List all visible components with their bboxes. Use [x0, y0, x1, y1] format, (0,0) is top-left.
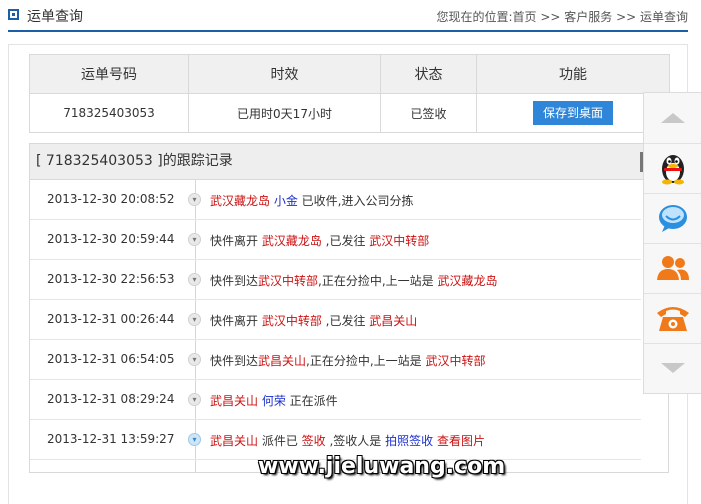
summary-header-row: 运单号码 时效 状态 功能 [29, 54, 670, 94]
waybill-summary-table: 运单号码 时效 状态 功能 718325403053 已用时0天17小时 已签收… [29, 54, 670, 133]
record-time: 2013-12-30 20:59:44 [47, 232, 175, 246]
arrow-up-icon [660, 113, 685, 123]
scroll-up-button[interactable] [644, 93, 701, 144]
title-square-icon [8, 9, 19, 20]
record-text: ,已发往 [321, 314, 370, 328]
tracking-title: [ 718325403053 ]的跟踪记录 [36, 153, 233, 169]
record-time: 2013-12-31 08:29:24 [47, 392, 175, 406]
save-to-desktop-button[interactable]: 保存到桌面 [532, 101, 613, 125]
tracking-record-row: 2013-12-31 08:29:24 ▾ 武昌关山 何荣 正在派件 [30, 380, 641, 420]
record-text: 已收件,进入公司分拣 [297, 194, 414, 208]
status-cell: 已签收 [380, 93, 477, 133]
col-header-function: 功能 [476, 54, 670, 94]
tracking-records-box: [ 718325403053 ]的跟踪记录 2013-12-30 20:08:5… [29, 143, 669, 473]
record-text: ,签收人是 [325, 434, 386, 448]
record-text: 快件到达 [210, 354, 259, 368]
col-header-number: 运单号码 [29, 54, 189, 94]
tracking-list: 2013-12-30 20:08:52 ▾ 武汉藏龙岛 小金 已收件,进入公司分拣 2… [30, 180, 668, 472]
chevron-down-icon: ▾ [188, 353, 201, 366]
record-text: ,正在分捡中,上一站是 [318, 274, 438, 288]
customer-service-button[interactable] [644, 243, 701, 294]
site-watermark: www.jieluwang.com [258, 454, 506, 479]
record-text: ,正在分捡中,上一站是 [306, 354, 426, 368]
record-link[interactable]: 武昌关山 [258, 354, 306, 368]
record-link[interactable]: 何荣 [262, 394, 286, 408]
record-time: 2013-12-30 22:56:53 [47, 272, 175, 286]
record-link[interactable]: 小金 [274, 194, 298, 208]
record-description: 快件到达武昌关山,正在分捡中,上一站是 武汉中转部 [210, 352, 486, 369]
record-link[interactable]: 拍照签收 [385, 434, 433, 448]
tracking-record-row: 2013-12-30 20:08:52 ▾ 武汉藏龙岛 小金 已收件,进入公司分拣 [30, 180, 641, 220]
record-text: 快件离开 [210, 314, 262, 328]
record-time: 2013-12-31 00:26:44 [47, 312, 175, 326]
tracking-record-row: 2013-12-30 20:59:44 ▾ 快件离开 武汉藏龙岛 ,已发往 武汉中转… [30, 220, 641, 260]
chevron-down-icon: ▾ [188, 193, 201, 206]
record-description: 快件到达武汉中转部,正在分捡中,上一站是 武汉藏龙岛 [210, 272, 498, 289]
record-link[interactable]: 查看图片 [437, 434, 485, 448]
record-time: 2013-12-31 06:54:05 [47, 352, 175, 366]
record-text: 快件到达 [210, 274, 259, 288]
record-link[interactable]: 武汉中转部 [262, 314, 322, 328]
record-link[interactable]: 武汉中转部 [425, 354, 485, 368]
record-text: 快件离开 [210, 234, 262, 248]
tracking-header: [ 718325403053 ]的跟踪记录 [30, 144, 668, 180]
telephone-icon [656, 307, 689, 331]
col-header-status: 状态 [380, 54, 477, 94]
users-icon [656, 256, 689, 280]
breadcrumb: 您现在的位置:首页 >> 客户服务 >> 运单查询 [436, 10, 688, 24]
chat-bubble-icon [658, 205, 687, 232]
online-chat-button[interactable] [644, 193, 701, 244]
col-header-elapsed: 时效 [188, 54, 381, 94]
record-link[interactable]: 签收 [302, 434, 326, 448]
function-cell: 保存到桌面 [476, 93, 670, 133]
chevron-down-icon: ▾ [188, 233, 201, 246]
tracking-record-row: 2013-12-31 00:26:44 ▾ 快件离开 武汉中转部 ,已发往 武昌关山 [30, 300, 641, 340]
floating-toolbar [643, 92, 701, 394]
elapsed-cell: 已用时0天17小时 [188, 93, 381, 133]
record-text: 正在派件 [285, 394, 338, 408]
qq-penguin-icon [661, 155, 684, 185]
record-link[interactable]: 武昌关山 [210, 394, 258, 408]
tracking-record-row: 2013-12-30 22:56:53 ▾ 快件到达武汉中转部,正在分捡中,上一站是… [30, 260, 641, 300]
record-description: 武汉藏龙岛 小金 已收件,进入公司分拣 [210, 192, 414, 209]
record-time: 2013-12-31 13:59:27 [47, 432, 175, 446]
tracking-number-cell: 718325403053 [29, 93, 189, 133]
record-text: 派件已 [258, 434, 302, 448]
record-description: 快件离开 武汉中转部 ,已发往 武昌关山 [210, 312, 417, 329]
record-time: 2013-12-30 20:08:52 [47, 192, 175, 206]
record-text: ,已发往 [321, 234, 370, 248]
record-link[interactable]: 武汉中转部 [369, 234, 429, 248]
qq-button[interactable] [644, 143, 701, 194]
record-link[interactable]: 武汉中转部 [258, 274, 318, 288]
summary-data-row: 718325403053 已用时0天17小时 已签收 保存到桌面 [29, 93, 670, 133]
record-description: 武昌关山 派件已 签收 ,签收人是 拍照签收 查看图片 [210, 432, 485, 449]
record-description: 武昌关山 何荣 正在派件 [210, 392, 338, 409]
page-title: 运单查询 [27, 9, 83, 25]
chevron-down-icon: ▾ [188, 393, 201, 406]
record-link[interactable]: 武汉藏龙岛 [262, 234, 322, 248]
header-divider [8, 30, 688, 32]
chevron-down-icon: ▾ [188, 313, 201, 326]
record-link[interactable]: 武昌关山 [369, 314, 417, 328]
scroll-down-button[interactable] [644, 343, 701, 393]
chevron-down-icon: ▾ [188, 273, 201, 286]
record-link[interactable]: 武汉藏龙岛 [210, 194, 270, 208]
record-link[interactable]: 武昌关山 [210, 434, 258, 448]
arrow-down-icon [660, 363, 685, 373]
phone-button[interactable] [644, 293, 701, 344]
page-header: 运单查询 您现在的位置:首页 >> 客户服务 >> 运单查询 [0, 0, 701, 36]
chevron-down-icon: ▾ [188, 433, 201, 446]
record-link[interactable]: 武汉藏龙岛 [437, 274, 497, 288]
record-description: 快件离开 武汉藏龙岛 ,已发往 武汉中转部 [210, 232, 429, 249]
tracking-record-row: 2013-12-31 06:54:05 ▾ 快件到达武昌关山,正在分捡中,上一站是 … [30, 340, 641, 380]
